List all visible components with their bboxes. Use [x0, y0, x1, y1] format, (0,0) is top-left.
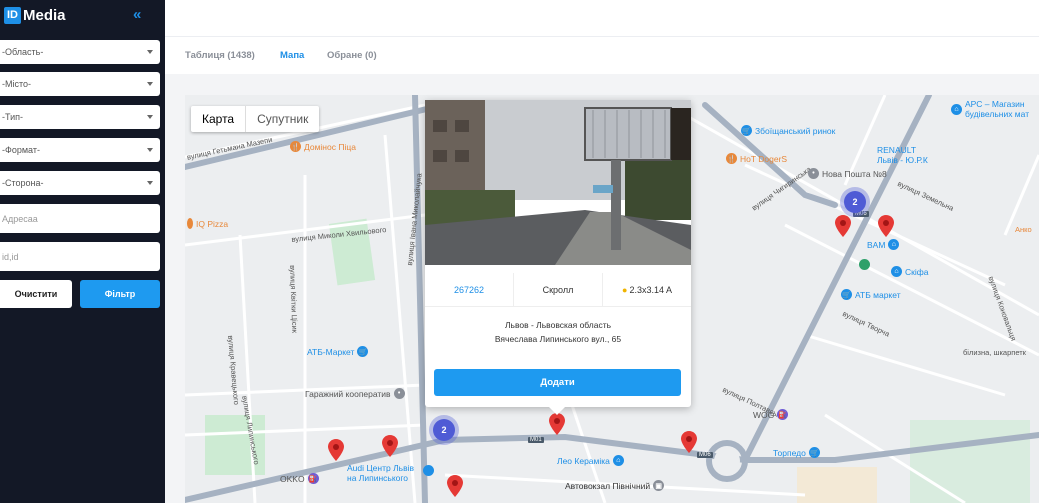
tab-favorites[interactable]: Обране (0): [327, 50, 377, 61]
shopping-cart-icon: 🛒: [841, 289, 852, 300]
poi-garage-coop[interactable]: Гаражний кооператив •: [305, 388, 405, 399]
chevron-down-icon: [147, 115, 153, 119]
poi-audi[interactable]: Audi Центр Львів на Липинського: [347, 463, 414, 483]
region-select[interactable]: -Область-: [0, 40, 160, 64]
restaurant-icon: 🍴: [290, 141, 301, 152]
map-type-map-button[interactable]: Карта: [191, 106, 247, 132]
chevron-down-icon: [147, 82, 153, 86]
billboard-address: Львов - Львовская область Вячеслава Липи…: [425, 318, 691, 346]
poi-bam[interactable]: BAM ⌂: [867, 239, 900, 250]
poi-torpedo[interactable]: Торпедо 🛒: [773, 447, 820, 458]
side-select[interactable]: -Сторона-: [0, 171, 160, 195]
shop-icon: ⌂: [951, 103, 962, 115]
billboard-photo: [425, 100, 691, 265]
billboard-type: Скролл: [514, 273, 603, 306]
type-select-value: -Тип-: [2, 112, 23, 122]
place-icon: •: [808, 168, 819, 179]
poi-leo-keramika[interactable]: Лео Кераміка ⌂: [557, 455, 624, 466]
map-type-control: Карта Супутник: [191, 106, 320, 132]
billboard-info-row: 267262 Скролл ● 2.3x3.14 A: [425, 273, 691, 307]
poi-renault[interactable]: RENAULT Львів - Ю.Р.К: [877, 145, 928, 165]
poi-atb-market-2[interactable]: 🛒 АТБ маркет: [841, 289, 901, 300]
gas-station-icon: ⛽: [307, 473, 319, 484]
tab-table[interactable]: Таблиця (1438): [185, 50, 255, 61]
shop-icon: ⌂: [891, 266, 902, 277]
tab-map[interactable]: Мапа: [280, 50, 304, 61]
top-bar: [165, 0, 1039, 36]
side-select-value: -Сторона-: [2, 178, 44, 188]
address-input[interactable]: Адресаа: [0, 204, 160, 233]
billboard-marker[interactable]: [447, 475, 463, 497]
add-button[interactable]: Додати: [434, 369, 681, 396]
billboard-address-line1: Львов - Львовская область: [504, 320, 612, 330]
clear-button[interactable]: Очистити: [0, 280, 72, 308]
marker-cluster[interactable]: 2: [433, 419, 455, 441]
format-select[interactable]: -Формат-: [0, 138, 160, 162]
poi-nova-poshta[interactable]: • Нова Пошта №8: [808, 168, 887, 179]
restaurant-icon: [187, 218, 193, 229]
region-select-value: -Область-: [2, 47, 44, 57]
poi-wog[interactable]: WOG ⛽: [753, 409, 789, 420]
logo-text: Media: [23, 6, 66, 24]
shop-icon: ⌂: [612, 455, 624, 466]
billboard-size: ● 2.3x3.14 A: [603, 273, 691, 306]
type-select[interactable]: -Тип-: [0, 105, 160, 129]
sidebar: ID Media « -Область- -Місто- -Тип- -Форм…: [0, 0, 165, 503]
poi-atb-market[interactable]: АТБ-Маркет 🛒: [307, 346, 369, 357]
id-input[interactable]: id,id: [0, 242, 160, 271]
marker-cluster[interactable]: 2: [844, 191, 866, 213]
poi-skifa[interactable]: ⌂ Скіфа: [891, 266, 928, 277]
shop-icon: ⌂: [888, 239, 900, 250]
road-badge-m06-2: M06: [697, 452, 713, 458]
chevron-down-icon: [147, 148, 153, 152]
park-icon: [859, 259, 870, 270]
street-label: білизна, шкарпетк: [963, 348, 1026, 357]
street-label: Анко: [1015, 225, 1032, 234]
poi-dominos[interactable]: 🍴 Домінос Піца: [290, 141, 356, 152]
shopping-cart-icon: 🛒: [808, 447, 820, 458]
poi-bus-station[interactable]: Автовокзал Північний ▣: [565, 480, 665, 491]
poi-ars[interactable]: ⌂ АРС – Магазин будівельних мат: [951, 99, 1029, 119]
logo-mark: ID: [4, 6, 21, 24]
format-select-value: -Формат-: [2, 145, 40, 155]
billboard-marker[interactable]: [382, 435, 398, 457]
collapse-sidebar-icon[interactable]: «: [133, 6, 141, 23]
chevron-down-icon: [147, 50, 153, 54]
id-input-placeholder: id,id: [2, 251, 19, 262]
billboard-address-line2: Вячеслава Липинського вул., 65: [494, 334, 622, 344]
poi-market[interactable]: 🛒 Збоїщанський ринок: [741, 125, 835, 136]
billboard-marker[interactable]: [681, 431, 697, 453]
billboard-id[interactable]: 267262: [425, 273, 514, 306]
logo[interactable]: ID Media: [4, 6, 66, 24]
billboard-marker[interactable]: [328, 439, 344, 461]
address-input-placeholder: Адресаа: [2, 213, 38, 224]
place-icon: •: [393, 388, 405, 399]
city-select-value: -Місто-: [2, 79, 32, 89]
shopping-cart-icon: 🛒: [357, 346, 369, 357]
city-select[interactable]: -Місто-: [0, 72, 160, 96]
bus-icon: ▣: [653, 480, 665, 491]
filter-button[interactable]: Фільтр: [80, 280, 160, 308]
gas-station-icon: ⛽: [777, 409, 789, 420]
view-tabs: Таблиця (1438) Мапа Обране (0): [165, 36, 1039, 74]
billboard-marker[interactable]: [549, 413, 565, 435]
restaurant-icon: 🍴: [726, 153, 737, 164]
car-dealer-icon: [423, 465, 434, 476]
road-badge-m01: M01: [528, 437, 544, 443]
shopping-cart-icon: 🛒: [741, 125, 752, 136]
billboard-marker[interactable]: [835, 215, 851, 237]
chevron-down-icon: [147, 181, 153, 185]
map-type-satellite-button[interactable]: Супутник: [246, 106, 319, 132]
poi-okko[interactable]: OKKO ⛽: [280, 473, 319, 484]
billboard-marker[interactable]: [878, 215, 894, 237]
billboard-photo-image: [425, 100, 691, 265]
poi-iq-pizza[interactable]: IQ Pizza: [187, 218, 228, 229]
billboard-popup: 267262 Скролл ● 2.3x3.14 A Львов - Львов…: [425, 100, 691, 415]
billboard-size-value: 2.3x3.14 A: [629, 284, 672, 295]
poi-hot-dogers[interactable]: 🍴 HoT DogerS: [726, 153, 787, 164]
lightbulb-icon: ●: [622, 284, 628, 295]
